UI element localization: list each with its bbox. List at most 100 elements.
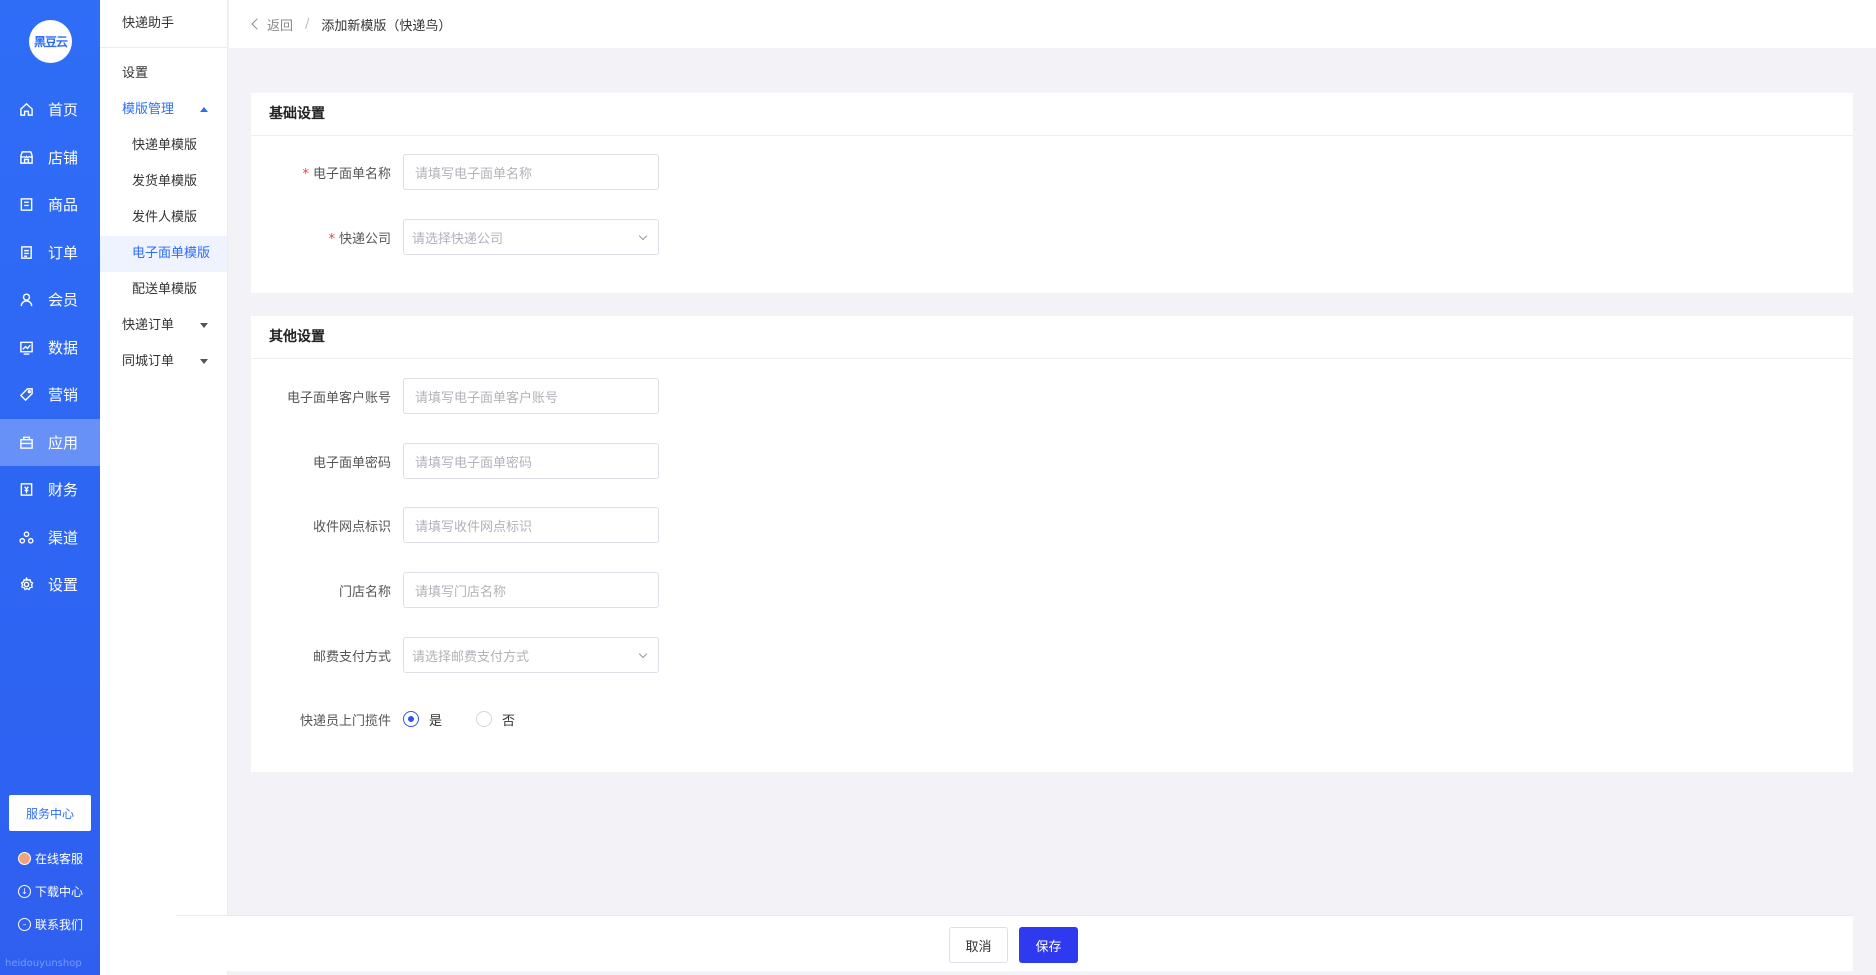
chevron-left-icon: [251, 18, 263, 30]
label-text: 快递公司: [338, 231, 391, 247]
home-icon: [18, 102, 34, 118]
subnav-item-eorder-template[interactable]: 电子面单模版: [100, 236, 227, 272]
form-row-name: * 电子面单名称 请填写电子面单名称: [251, 154, 1853, 190]
main-nav: 首页 店铺 商品 订单 会员 数据 营销 应用 财务 渠道 设置: [0, 86, 100, 609]
tag-icon: [18, 387, 34, 403]
select-placeholder: 请选择快递公司: [412, 231, 504, 247]
subnav-label: 快递订单: [122, 318, 175, 333]
select-placeholder: 请选择邮费支付方式: [412, 649, 530, 665]
chevron-down-icon: [638, 231, 648, 241]
subnav-item-template-manage[interactable]: 模版管理: [100, 92, 227, 128]
user-icon: [18, 292, 34, 308]
nav-label: 店铺: [48, 148, 79, 167]
order-icon: [18, 244, 34, 260]
other-settings-card: 其他设置 电子面单客户账号 请填写电子面单客户账号 电子面单密码 请填写电子面单…: [251, 316, 1853, 772]
basic-settings-card: 基础设置 * 电子面单名称 请填写电子面单名称 * 快递公司 请选择快递公司: [251, 93, 1853, 293]
nav-item-data[interactable]: 数据: [0, 324, 100, 372]
field-label: 电子面单客户账号: [286, 390, 391, 406]
radio-label: 是: [429, 713, 443, 729]
subnav-label: 同城订单: [122, 354, 175, 369]
label-text: 电子面单名称: [312, 166, 391, 182]
subnav-item-sender-template[interactable]: 发件人模版: [100, 200, 227, 236]
chat-icon: –: [18, 918, 31, 931]
express-company-select[interactable]: 请选择快递公司: [403, 219, 659, 255]
nav-label: 财务: [48, 481, 79, 500]
pickup-yes-radio[interactable]: 是: [403, 710, 442, 729]
subnav-item-express-order[interactable]: 快递订单: [100, 308, 227, 344]
nav-item-order[interactable]: 订单: [0, 229, 100, 277]
subnav-item-dispatch-template[interactable]: 配送单模版: [100, 272, 227, 308]
field-label: 收件网点标识: [312, 519, 391, 535]
service-center-button[interactable]: 服务中心: [9, 795, 91, 831]
subnav-title: 快递助手: [100, 0, 227, 48]
radio-dot: [476, 711, 493, 727]
nav-item-settings[interactable]: 设置: [0, 561, 100, 609]
main-sidebar: 黑豆云 首页 店铺 商品 订单 会员 数据 营销 应用 财务 渠道 设置 服务中…: [0, 0, 100, 975]
form-row-pickup: 快递员上门揽件 是 否: [251, 701, 1853, 737]
secondary-sidebar: 快递助手 设置 模版管理 快递单模版 发货单模版 发件人模版 电子面单模版 配送…: [100, 0, 228, 975]
app-logo[interactable]: 黑豆云: [29, 20, 72, 63]
field-label: 邮费支付方式: [312, 649, 391, 665]
avatar-icon: [18, 852, 31, 865]
download-center-link[interactable]: ↓ 下载中心: [18, 883, 83, 900]
cancel-button[interactable]: 取消: [949, 927, 1008, 963]
site-code-input[interactable]: 请填写收件网点标识: [403, 507, 659, 543]
chart-icon: [18, 339, 34, 355]
field-label: * 电子面单名称: [251, 163, 403, 182]
finance-icon: [18, 482, 34, 498]
nav-item-home[interactable]: 首页: [0, 86, 100, 134]
field-label: * 快递公司: [251, 228, 403, 247]
app-icon: [18, 434, 34, 450]
nav-item-store[interactable]: 店铺: [0, 134, 100, 182]
back-button[interactable]: 返回: [251, 15, 293, 34]
nav-item-finance[interactable]: 财务: [0, 466, 100, 514]
save-button[interactable]: 保存: [1019, 927, 1078, 963]
eorder-name-input[interactable]: 请填写电子面单名称: [403, 154, 659, 190]
subnav-item-settings[interactable]: 设置: [100, 56, 227, 92]
gear-icon: [18, 577, 34, 593]
nav-label: 应用: [48, 433, 79, 452]
form-row-pay: 邮费支付方式 请选择邮费支付方式: [251, 637, 1853, 673]
subnav-label: 模版管理: [122, 102, 175, 117]
section-title: 基础设置: [251, 93, 1853, 136]
payment-method-select[interactable]: 请选择邮费支付方式: [403, 637, 659, 673]
goods-icon: [18, 197, 34, 213]
nav-item-member[interactable]: 会员: [0, 276, 100, 324]
page-title: 添加新模版（快递鸟）: [321, 18, 452, 34]
nav-label: 营销: [48, 386, 79, 405]
subnav-item-local-order[interactable]: 同城订单: [100, 344, 227, 380]
radio-label: 否: [502, 713, 516, 729]
contact-us-link[interactable]: – 联系我们: [18, 916, 83, 933]
back-label: 返回: [267, 18, 294, 34]
subnav-item-express-template[interactable]: 快递单模版: [100, 128, 227, 164]
channel-icon: [18, 529, 34, 545]
caret-down-icon: [200, 323, 208, 328]
nav-label: 订单: [48, 243, 79, 262]
required-mark: *: [302, 166, 309, 182]
online-service-label: 在线客服: [35, 852, 84, 866]
nav-label: 设置: [48, 576, 79, 595]
nav-item-goods[interactable]: 商品: [0, 181, 100, 229]
nav-label: 数据: [48, 338, 79, 357]
download-icon: ↓: [18, 885, 31, 898]
form-row-company: * 快递公司 请选择快递公司: [251, 219, 1853, 255]
form-row-site: 收件网点标识 请填写收件网点标识: [251, 507, 1853, 543]
nav-label: 会员: [48, 291, 79, 310]
nav-item-marketing[interactable]: 营销: [0, 371, 100, 419]
customer-account-input[interactable]: 请填写电子面单客户账号: [403, 378, 659, 414]
store-icon: [18, 149, 34, 165]
store-name-input[interactable]: 请填写门店名称: [403, 572, 659, 608]
section-title: 其他设置: [251, 316, 1853, 359]
nav-item-apps[interactable]: 应用: [0, 418, 100, 466]
form-row-store: 门店名称 请填写门店名称: [251, 572, 1853, 608]
nav-item-channel[interactable]: 渠道: [0, 514, 100, 562]
caret-down-icon: [200, 359, 208, 364]
field-label: 快递员上门揽件: [299, 713, 391, 729]
online-service-link[interactable]: 在线客服: [18, 850, 83, 867]
nav-label: 首页: [48, 101, 79, 120]
password-input[interactable]: 请填写电子面单密码: [403, 443, 659, 479]
pickup-no-radio[interactable]: 否: [476, 710, 515, 729]
caret-up-icon: [200, 107, 208, 112]
subnav-item-delivery-template[interactable]: 发货单模版: [100, 164, 227, 200]
field-label: 门店名称: [338, 584, 391, 600]
